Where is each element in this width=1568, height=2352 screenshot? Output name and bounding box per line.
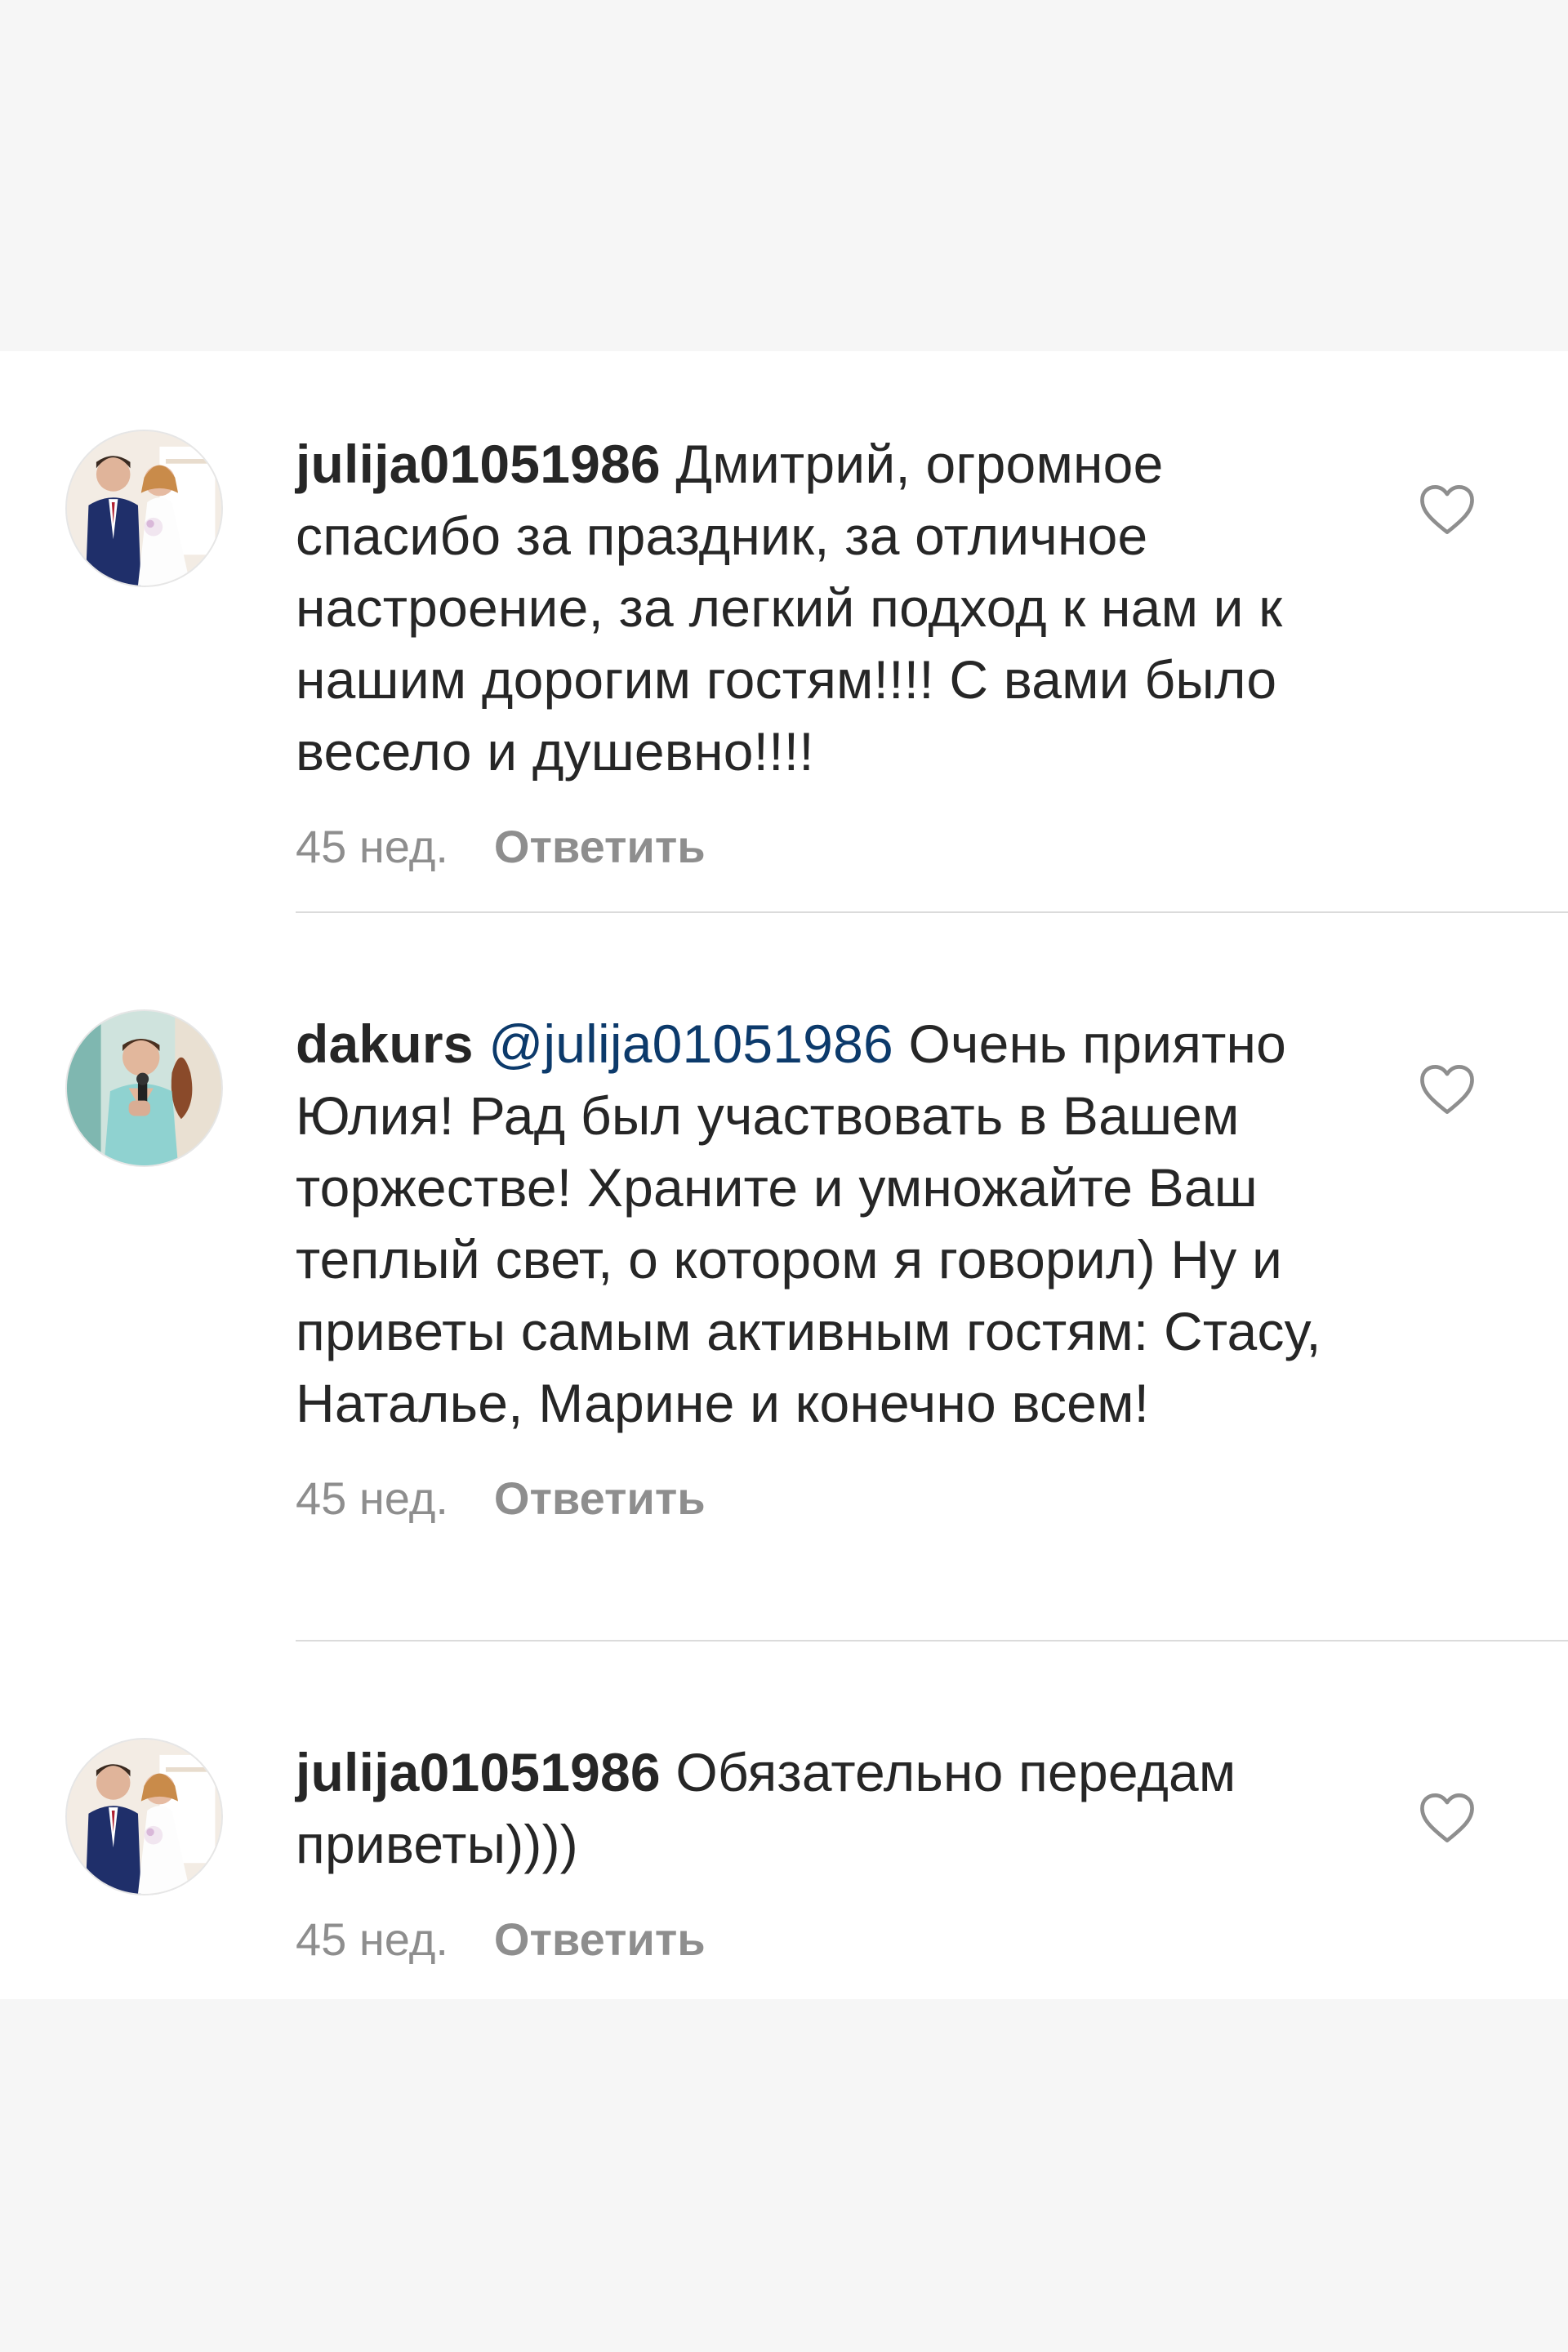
avatar-wedding-couple-icon xyxy=(67,1740,221,1894)
comment-meta: 45 нед. Ответить xyxy=(296,1911,1365,1968)
comment-body: julija01051986 Обязательно передам приве… xyxy=(296,1736,1365,1968)
screen: julija01051986 Дмитрий, огромное спасибо… xyxy=(0,0,1568,2352)
comments-panel: julija01051986 Дмитрий, огромное спасибо… xyxy=(0,351,1568,1999)
comment-text-block: dakurs @julija01051986 Очень приятно Юли… xyxy=(296,1008,1365,1439)
comment-time: 45 нед. xyxy=(296,821,448,872)
comment-text: Очень приятно Юлия! Рад был участвовать … xyxy=(296,1013,1321,1433)
reply-button[interactable]: Ответить xyxy=(494,1470,706,1527)
avatar[interactable] xyxy=(65,1738,223,1895)
comment-mention[interactable]: @julija01051986 xyxy=(488,1013,893,1074)
comment-divider xyxy=(296,911,1568,913)
avatar-host-with-microphone-icon xyxy=(67,1011,221,1165)
reply-button[interactable]: Ответить xyxy=(494,818,706,875)
reply-button[interactable]: Ответить xyxy=(494,1911,706,1968)
avatar[interactable] xyxy=(65,1009,223,1167)
comment-meta: 45 нед. Ответить xyxy=(296,818,1365,875)
comment-username[interactable]: julija01051986 xyxy=(296,434,661,494)
like-button[interactable] xyxy=(1418,1792,1477,1844)
like-button[interactable] xyxy=(1418,1063,1477,1116)
comment-text-block: julija01051986 Дмитрий, огромное спасибо… xyxy=(296,428,1365,787)
avatar[interactable] xyxy=(65,430,223,587)
comment-time: 45 нед. xyxy=(296,1913,448,1965)
heart-outline-icon xyxy=(1420,485,1474,534)
heart-outline-icon xyxy=(1420,1793,1474,1842)
comment-username[interactable]: dakurs xyxy=(296,1013,474,1074)
comment-username[interactable]: julija01051986 xyxy=(296,1742,661,1802)
avatar-wedding-couple-icon xyxy=(67,431,221,586)
comment-body: julija01051986 Дмитрий, огромное спасибо… xyxy=(296,428,1365,875)
like-button[interactable] xyxy=(1418,483,1477,536)
comment-meta: 45 нед. Ответить xyxy=(296,1470,1365,1527)
heart-outline-icon xyxy=(1420,1065,1474,1114)
comment-body: dakurs @julija01051986 Очень приятно Юли… xyxy=(296,1008,1365,1527)
comment-divider xyxy=(296,1640,1568,1642)
comment-time: 45 нед. xyxy=(296,1472,448,1524)
comment-text-block: julija01051986 Обязательно передам приве… xyxy=(296,1736,1365,1880)
